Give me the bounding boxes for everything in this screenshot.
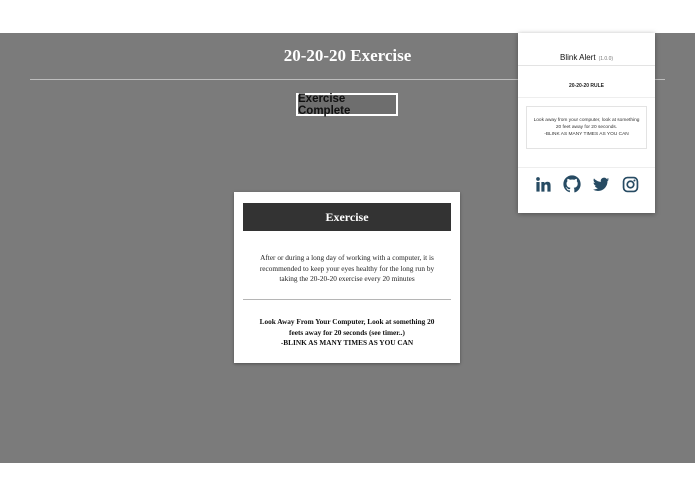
popup-title: Blink Alert xyxy=(559,53,596,62)
popup-divider xyxy=(518,167,655,168)
instagram-link[interactable] xyxy=(621,174,639,194)
card-instructions: Look Away From Your Computer, Look at so… xyxy=(252,317,442,349)
popup-version: (1.0.0) xyxy=(598,56,614,62)
exercise-card: Exercise After or during a long day of w… xyxy=(234,192,460,363)
popup-header: Blink Alert (1.0.0) xyxy=(518,47,655,65)
popup-divider xyxy=(518,97,655,98)
exercise-complete-label: Exercise Complete xyxy=(298,92,351,117)
linkedin-icon xyxy=(535,176,551,192)
card-description: After or during a long day of working wi… xyxy=(259,253,435,283)
card-instruction-text: Look Away From Your Computer, Look at so… xyxy=(259,317,435,337)
github-link[interactable] xyxy=(563,174,581,194)
card-blink-text: -BLINK AS MANY TIMES AS YOU CAN xyxy=(280,338,414,347)
popup-blink-line: -BLINK AS MANY TIMES AS YOU CAN xyxy=(544,132,629,138)
instagram-icon xyxy=(622,176,638,192)
twitter-icon xyxy=(592,177,610,191)
extension-popup: Blink Alert (1.0.0) 20-20-20 RULE Look aw… xyxy=(518,33,655,213)
card-divider xyxy=(243,299,451,300)
exercise-complete-button[interactable]: Exercise Complete xyxy=(296,92,398,117)
linkedin-link[interactable] xyxy=(534,174,552,194)
popup-message-box: Look away from your computer, look at so… xyxy=(526,106,647,149)
popup-message: Look away from your computer, look at so… xyxy=(531,117,643,139)
github-icon xyxy=(563,175,581,193)
popup-subtitle: 20-20-20 RULE xyxy=(568,83,604,89)
twitter-link[interactable] xyxy=(592,174,610,194)
popup-divider xyxy=(518,65,655,66)
card-header: Exercise xyxy=(243,203,451,231)
popup-message-line: Look away from your computer, look at so… xyxy=(533,117,640,130)
